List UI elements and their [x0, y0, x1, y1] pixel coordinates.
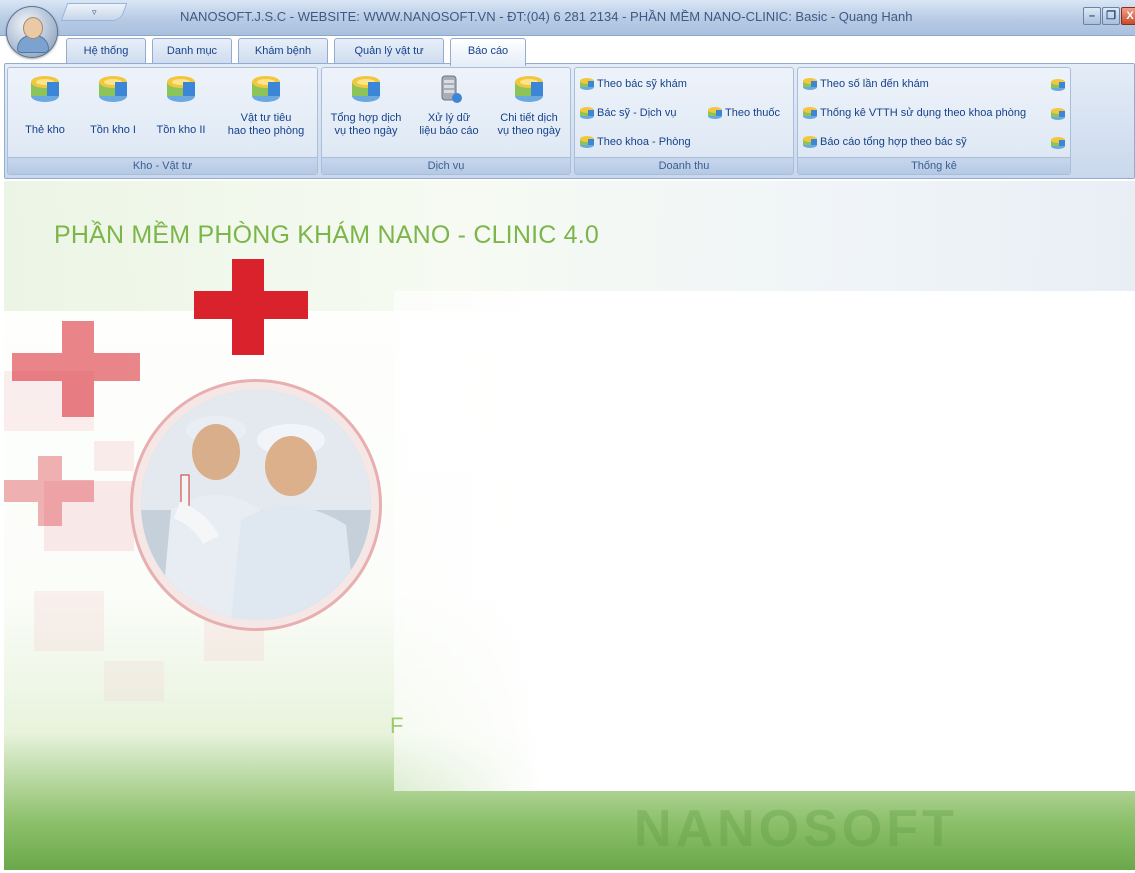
vat-tu-tieu-hao-button[interactable]: Vật tư tiêu hao theo phòng [218, 74, 314, 138]
database-icon [29, 74, 61, 104]
quick-access-toolbar[interactable]: ▿ [60, 3, 128, 21]
red-cross-icon [4, 456, 94, 526]
chi-tiet-dich-vu-button[interactable]: Chi tiết dịch vụ theo ngày [490, 74, 568, 138]
quick-access-dropdown-icon[interactable]: ▿ [92, 4, 97, 20]
small-database-icon [802, 136, 818, 149]
tab-danh-muc[interactable]: Danh mục [152, 38, 232, 64]
database-icon [350, 74, 382, 104]
group-thong-ke: Theo số lần đến khám Thống kê VTTH sử dụ… [797, 67, 1071, 175]
theo-khoa-phong-button[interactable]: Theo khoa - Phòng [579, 134, 691, 150]
bao-cao-tong-hop-bac-sy-button[interactable]: Báo cáo tổng hợp theo bác sỹ [802, 134, 967, 150]
database-icon [250, 74, 282, 104]
window-title: NANOSOFT.J.S.C - WEBSITE: WWW.NANOSOFT.V… [180, 9, 913, 24]
vat-tu-tieu-hao-label-2: hao theo phòng [227, 125, 305, 137]
minimize-button[interactable]: – [1083, 7, 1101, 25]
tong-hop-dich-vu-button[interactable]: Tổng hợp dịch vụ theo ngày [326, 74, 406, 138]
xu-ly-du-lieu-label-2: liệu báo cáo [419, 125, 479, 137]
thong-ke-vtth-button[interactable]: Thống kê VTTH sử dụng theo khoa phòng [802, 105, 1026, 121]
partial-text: F [390, 713, 404, 738]
theo-bac-sy-kham-button[interactable]: Theo bác sỹ khám [579, 76, 687, 92]
red-cross-icon [12, 321, 140, 417]
application-menu-button[interactable] [6, 6, 58, 58]
small-database-icon[interactable] [1050, 79, 1066, 91]
group-kho-vat-tu: Thẻ kho Tồn kho I Tồn kho II Vật tư tiêu… [7, 67, 318, 175]
theo-so-lan-den-kham-button[interactable]: Theo số lần đến khám [802, 76, 929, 92]
theo-khoa-phong-label: Theo khoa - Phòng [597, 136, 691, 148]
database-icon [97, 74, 129, 104]
tab-quan-ly-vat-tu[interactable]: Quản lý vật tư [334, 38, 444, 64]
tab-bao-cao[interactable]: Báo cáo [450, 38, 526, 66]
database-icon [513, 74, 545, 104]
group-caption-dich-vu: Dịch vụ [322, 157, 570, 174]
small-database-icon [707, 107, 723, 120]
ton-kho-1-label: Tồn kho I [90, 124, 136, 136]
theo-thuoc-label: Theo thuốc [725, 107, 781, 119]
database-icon [165, 74, 197, 104]
xu-ly-du-lieu-label: Xử lý dữ [427, 112, 471, 124]
bac-sy-dich-vu-label: Bác sỹ - Dịch vụ [597, 107, 677, 119]
chi-tiet-dich-vu-label-2: vụ theo ngày [497, 125, 561, 137]
nanosoft-watermark: NANOSOFT [634, 800, 958, 858]
bac-sy-dich-vu-button[interactable]: Bác sỹ - Dịch vụ [579, 105, 676, 121]
tab-kham-benh[interactable]: Khám bệnh [238, 38, 328, 64]
doctor-face-icon [23, 17, 43, 39]
decor-block [94, 441, 134, 471]
restore-button[interactable]: ❐ [1102, 7, 1120, 25]
thong-ke-vtth-label: Thống kê VTTH sử dụng theo khoa phòng [820, 107, 1027, 119]
small-database-icon [579, 107, 595, 120]
red-cross-icon [194, 259, 308, 355]
ton-kho-1-button[interactable]: Tồn kho I [80, 74, 146, 137]
tong-hop-dich-vu-label: Tổng hợp dịch [330, 112, 402, 124]
theo-bac-sy-kham-label: Theo bác sỹ khám [597, 78, 687, 90]
vat-tu-tieu-hao-label: Vật tư tiêu [240, 112, 292, 124]
close-button[interactable]: X [1121, 7, 1135, 25]
bao-cao-tong-hop-bac-sy-label: Báo cáo tổng hợp theo bác sỹ [820, 136, 967, 148]
the-kho-label: Thẻ kho [25, 124, 65, 136]
small-database-icon [579, 78, 595, 91]
small-database-icon [579, 136, 595, 149]
tab-he-thong[interactable]: Hệ thống [66, 38, 146, 64]
small-database-icon [802, 78, 818, 91]
tong-hop-dich-vu-label-2: vụ theo ngày [334, 125, 398, 137]
small-database-icon[interactable] [1050, 108, 1066, 120]
ribbon-panel: Thẻ kho Tồn kho I Tồn kho II Vật tư tiêu… [4, 63, 1135, 179]
small-database-icon[interactable] [1050, 137, 1066, 149]
splash-background: PHẦN MỀM PHÒNG KHÁM NANO - CLINIC 4.0 F … [4, 181, 1135, 870]
ton-kho-2-label: Tồn kho II [156, 124, 206, 136]
nurses-photo-frame [130, 379, 382, 631]
small-database-icon [802, 107, 818, 120]
server-icon [433, 74, 465, 104]
nurses-photo [141, 390, 371, 620]
chi-tiet-dich-vu-label: Chi tiết dịch [500, 112, 558, 124]
xu-ly-du-lieu-button[interactable]: Xử lý dữ liệu báo cáo [412, 74, 486, 138]
white-overlay-panel [394, 291, 1135, 791]
decor-block [104, 661, 164, 701]
splash-headline: PHẦN MỀM PHÒNG KHÁM NANO - CLINIC 4.0 [54, 221, 599, 249]
theo-so-lan-den-kham-label: Theo số lần đến khám [820, 78, 929, 90]
group-doanh-thu: Theo bác sỹ khám Bác sỹ - Dịch vụ Theo t… [574, 67, 794, 175]
title-bar: ▿ NANOSOFT.J.S.C - WEBSITE: WWW.NANOSOFT… [0, 0, 1135, 36]
group-dich-vu: Tổng hợp dịch vụ theo ngày Xử lý dữ liệu… [321, 67, 571, 175]
the-kho-button[interactable]: Thẻ kho [14, 74, 76, 137]
decor-block [34, 591, 104, 651]
group-caption-kho-vat-tu: Kho - Vật tư [8, 157, 317, 174]
group-caption-doanh-thu: Doanh thu [575, 157, 793, 174]
ton-kho-2-button[interactable]: Tồn kho II [148, 74, 214, 137]
theo-thuoc-button[interactable]: Theo thuốc [707, 105, 780, 121]
group-caption-thong-ke: Thống kê [798, 157, 1070, 174]
